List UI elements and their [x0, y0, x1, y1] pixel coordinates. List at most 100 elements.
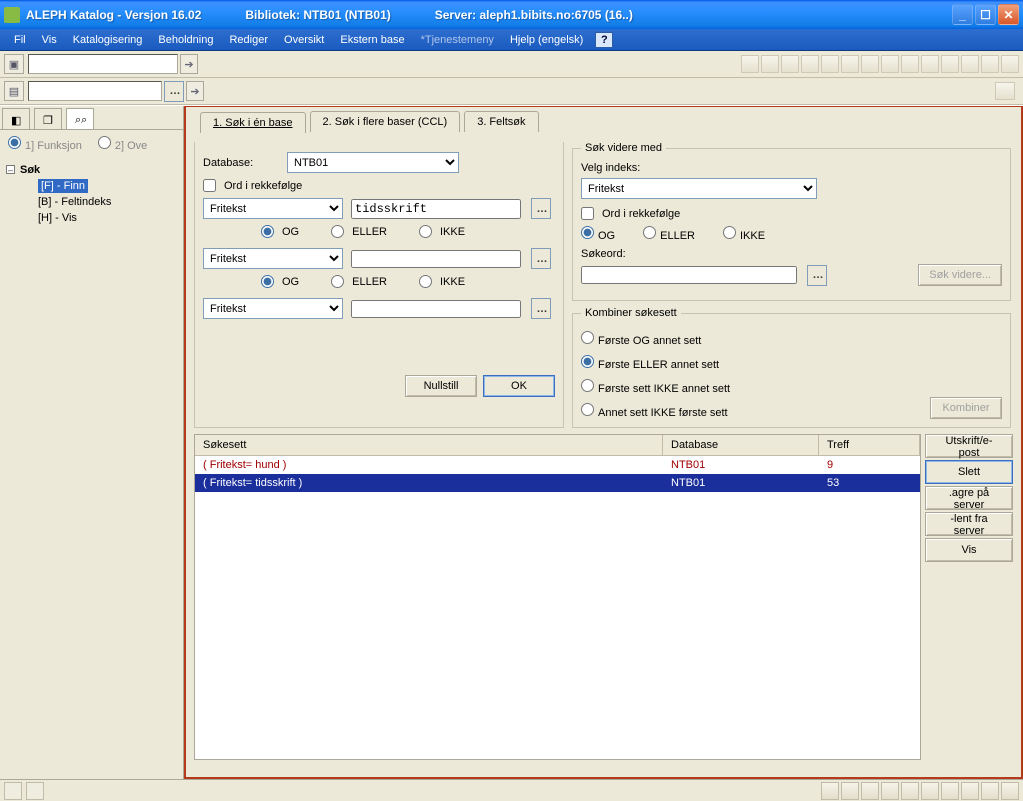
tool-btn-j[interactable]	[921, 55, 939, 73]
left-radio-ove[interactable]: 2] Ove	[98, 136, 147, 152]
col-database[interactable]: Database	[663, 435, 819, 455]
toolbar-icon-2[interactable]: ▤	[4, 81, 24, 101]
sb-3[interactable]	[861, 782, 879, 800]
toolbar-more-2[interactable]: …	[164, 81, 184, 102]
browse-1[interactable]: …	[531, 198, 551, 219]
sokeord-input[interactable]	[581, 266, 797, 284]
menu-vis[interactable]: Vis	[34, 31, 65, 49]
ord-checkbox-2[interactable]: Ord i rekkefølge	[581, 207, 680, 220]
tool-btn-n[interactable]	[1001, 55, 1019, 73]
index-select-2[interactable]: Fritekst	[203, 248, 343, 269]
velg-indeks-select[interactable]: Fritekst	[581, 178, 817, 199]
menu-hjelp[interactable]: Hjelp (engelsk)	[502, 31, 591, 49]
tree-item-finn[interactable]: [F] - Finn	[24, 178, 177, 194]
left-radio-funksjon[interactable]: 1] Funksjon	[8, 136, 82, 152]
sb-8[interactable]	[961, 782, 979, 800]
left-tab-1[interactable]: ◧	[2, 108, 30, 129]
tab-sok-flere-baser[interactable]: 2. Søk i flere baser (CCL)	[310, 111, 461, 132]
left-tab-2[interactable]: ❐	[34, 108, 62, 129]
sb-5[interactable]	[901, 782, 919, 800]
fop-og[interactable]: OG	[581, 226, 615, 242]
tool-btn-k[interactable]	[941, 55, 959, 73]
menu-katalogisering[interactable]: Katalogisering	[65, 31, 151, 49]
op1-ikke[interactable]: IKKE	[419, 225, 465, 238]
sb-6[interactable]	[921, 782, 939, 800]
hent-server-button[interactable]: -lent fra server	[925, 512, 1013, 536]
fop-ikke[interactable]: IKKE	[723, 226, 765, 242]
index-select-1[interactable]: Fritekst	[203, 198, 343, 219]
sokeord-browse[interactable]: …	[807, 265, 827, 286]
slett-button[interactable]: Slett	[925, 460, 1013, 484]
menu-fil[interactable]: Fil	[6, 31, 34, 49]
toolbar-go-1[interactable]: ➔	[180, 54, 198, 74]
tool-btn-m[interactable]	[981, 55, 999, 73]
toolbar-input-1[interactable]	[28, 54, 178, 74]
col-treff[interactable]: Treff	[819, 435, 920, 455]
tab-sok-en-base[interactable]: 1. Søk i én base	[200, 112, 306, 133]
sok-videre-button[interactable]: Søk videre...	[918, 264, 1002, 286]
op2-og[interactable]: OG	[261, 275, 299, 288]
lagre-server-button[interactable]: .agre på server	[925, 486, 1013, 510]
fop-eller[interactable]: ELLER	[643, 226, 695, 242]
tool-btn-c[interactable]	[781, 55, 799, 73]
search-term-1[interactable]	[351, 199, 521, 219]
search-term-3[interactable]	[351, 300, 521, 318]
ord-checkbox-1[interactable]: Ord i rekkefølge	[203, 179, 302, 192]
database-select[interactable]: NTB01	[287, 152, 459, 173]
menu-oversikt[interactable]: Oversikt	[276, 31, 332, 49]
sb-2[interactable]	[841, 782, 859, 800]
col-sokesett[interactable]: Søkesett	[195, 435, 663, 455]
menu-rediger[interactable]: Rediger	[221, 31, 276, 49]
browse-3[interactable]: …	[531, 298, 551, 319]
search-term-2[interactable]	[351, 250, 521, 268]
nullstill-button[interactable]: Nullstill	[405, 375, 477, 397]
tool-btn-f[interactable]	[841, 55, 859, 73]
utskrift-button[interactable]: Utskrift/e-post	[925, 434, 1013, 458]
op2-ikke[interactable]: IKKE	[419, 275, 465, 288]
close-button[interactable]: ✕	[998, 4, 1019, 25]
menu-ekstern-base[interactable]: Ekstern base	[332, 31, 412, 49]
tool-btn-e[interactable]	[821, 55, 839, 73]
tool-btn-h[interactable]	[881, 55, 899, 73]
table-row[interactable]: ( Fritekst= hund )NTB019	[195, 456, 920, 474]
tab-feltsok[interactable]: 3. Feltsøk	[464, 111, 538, 132]
status-icon-2[interactable]	[26, 782, 44, 800]
browse-2[interactable]: …	[531, 248, 551, 269]
tree-root[interactable]: –Søk	[6, 162, 177, 178]
tool-btn-right[interactable]	[995, 82, 1015, 100]
tree-item-vis[interactable]: [H] - Vis	[24, 210, 177, 226]
tree-item-feltindeks[interactable]: [B] - Feltindeks	[24, 194, 177, 210]
tool-btn-l[interactable]	[961, 55, 979, 73]
status-icon-1[interactable]	[4, 782, 22, 800]
vis-button[interactable]: Vis	[925, 538, 1013, 562]
kombiner-button[interactable]: Kombiner	[930, 397, 1002, 419]
combine-opt-3[interactable]: Første sett IKKE annet sett	[581, 379, 930, 395]
sb-9[interactable]	[981, 782, 999, 800]
tool-btn-i[interactable]	[901, 55, 919, 73]
combine-opt-2[interactable]: Første ELLER annet sett	[581, 355, 930, 371]
op2-eller[interactable]: ELLER	[331, 275, 387, 288]
tool-btn-d[interactable]	[801, 55, 819, 73]
index-select-3[interactable]: Fritekst	[203, 298, 343, 319]
toolbar-input-2[interactable]	[28, 81, 162, 101]
table-row[interactable]: ( Fritekst= tidsskrift )NTB0153	[195, 474, 920, 492]
left-tab-3[interactable]: ⌕⌕	[66, 108, 94, 129]
sb-7[interactable]	[941, 782, 959, 800]
minimize-button[interactable]: _	[952, 4, 973, 25]
sb-10[interactable]	[1001, 782, 1019, 800]
combine-opt-4[interactable]: Annet sett IKKE første sett	[581, 403, 930, 419]
op1-og[interactable]: OG	[261, 225, 299, 238]
sb-4[interactable]	[881, 782, 899, 800]
op1-eller[interactable]: ELLER	[331, 225, 387, 238]
tool-btn-g[interactable]	[861, 55, 879, 73]
combine-opt-1[interactable]: Første OG annet sett	[581, 331, 930, 347]
menu-beholdning[interactable]: Beholdning	[150, 31, 221, 49]
sb-1[interactable]	[821, 782, 839, 800]
ok-button[interactable]: OK	[483, 375, 555, 397]
toolbar-icon-1[interactable]: ▣	[4, 54, 24, 74]
toolbar-go-2[interactable]: ➔	[186, 81, 204, 101]
tool-btn-b[interactable]	[761, 55, 779, 73]
help-icon[interactable]: ?	[595, 32, 613, 48]
maximize-button[interactable]: ☐	[975, 4, 996, 25]
tool-btn-a[interactable]	[741, 55, 759, 73]
